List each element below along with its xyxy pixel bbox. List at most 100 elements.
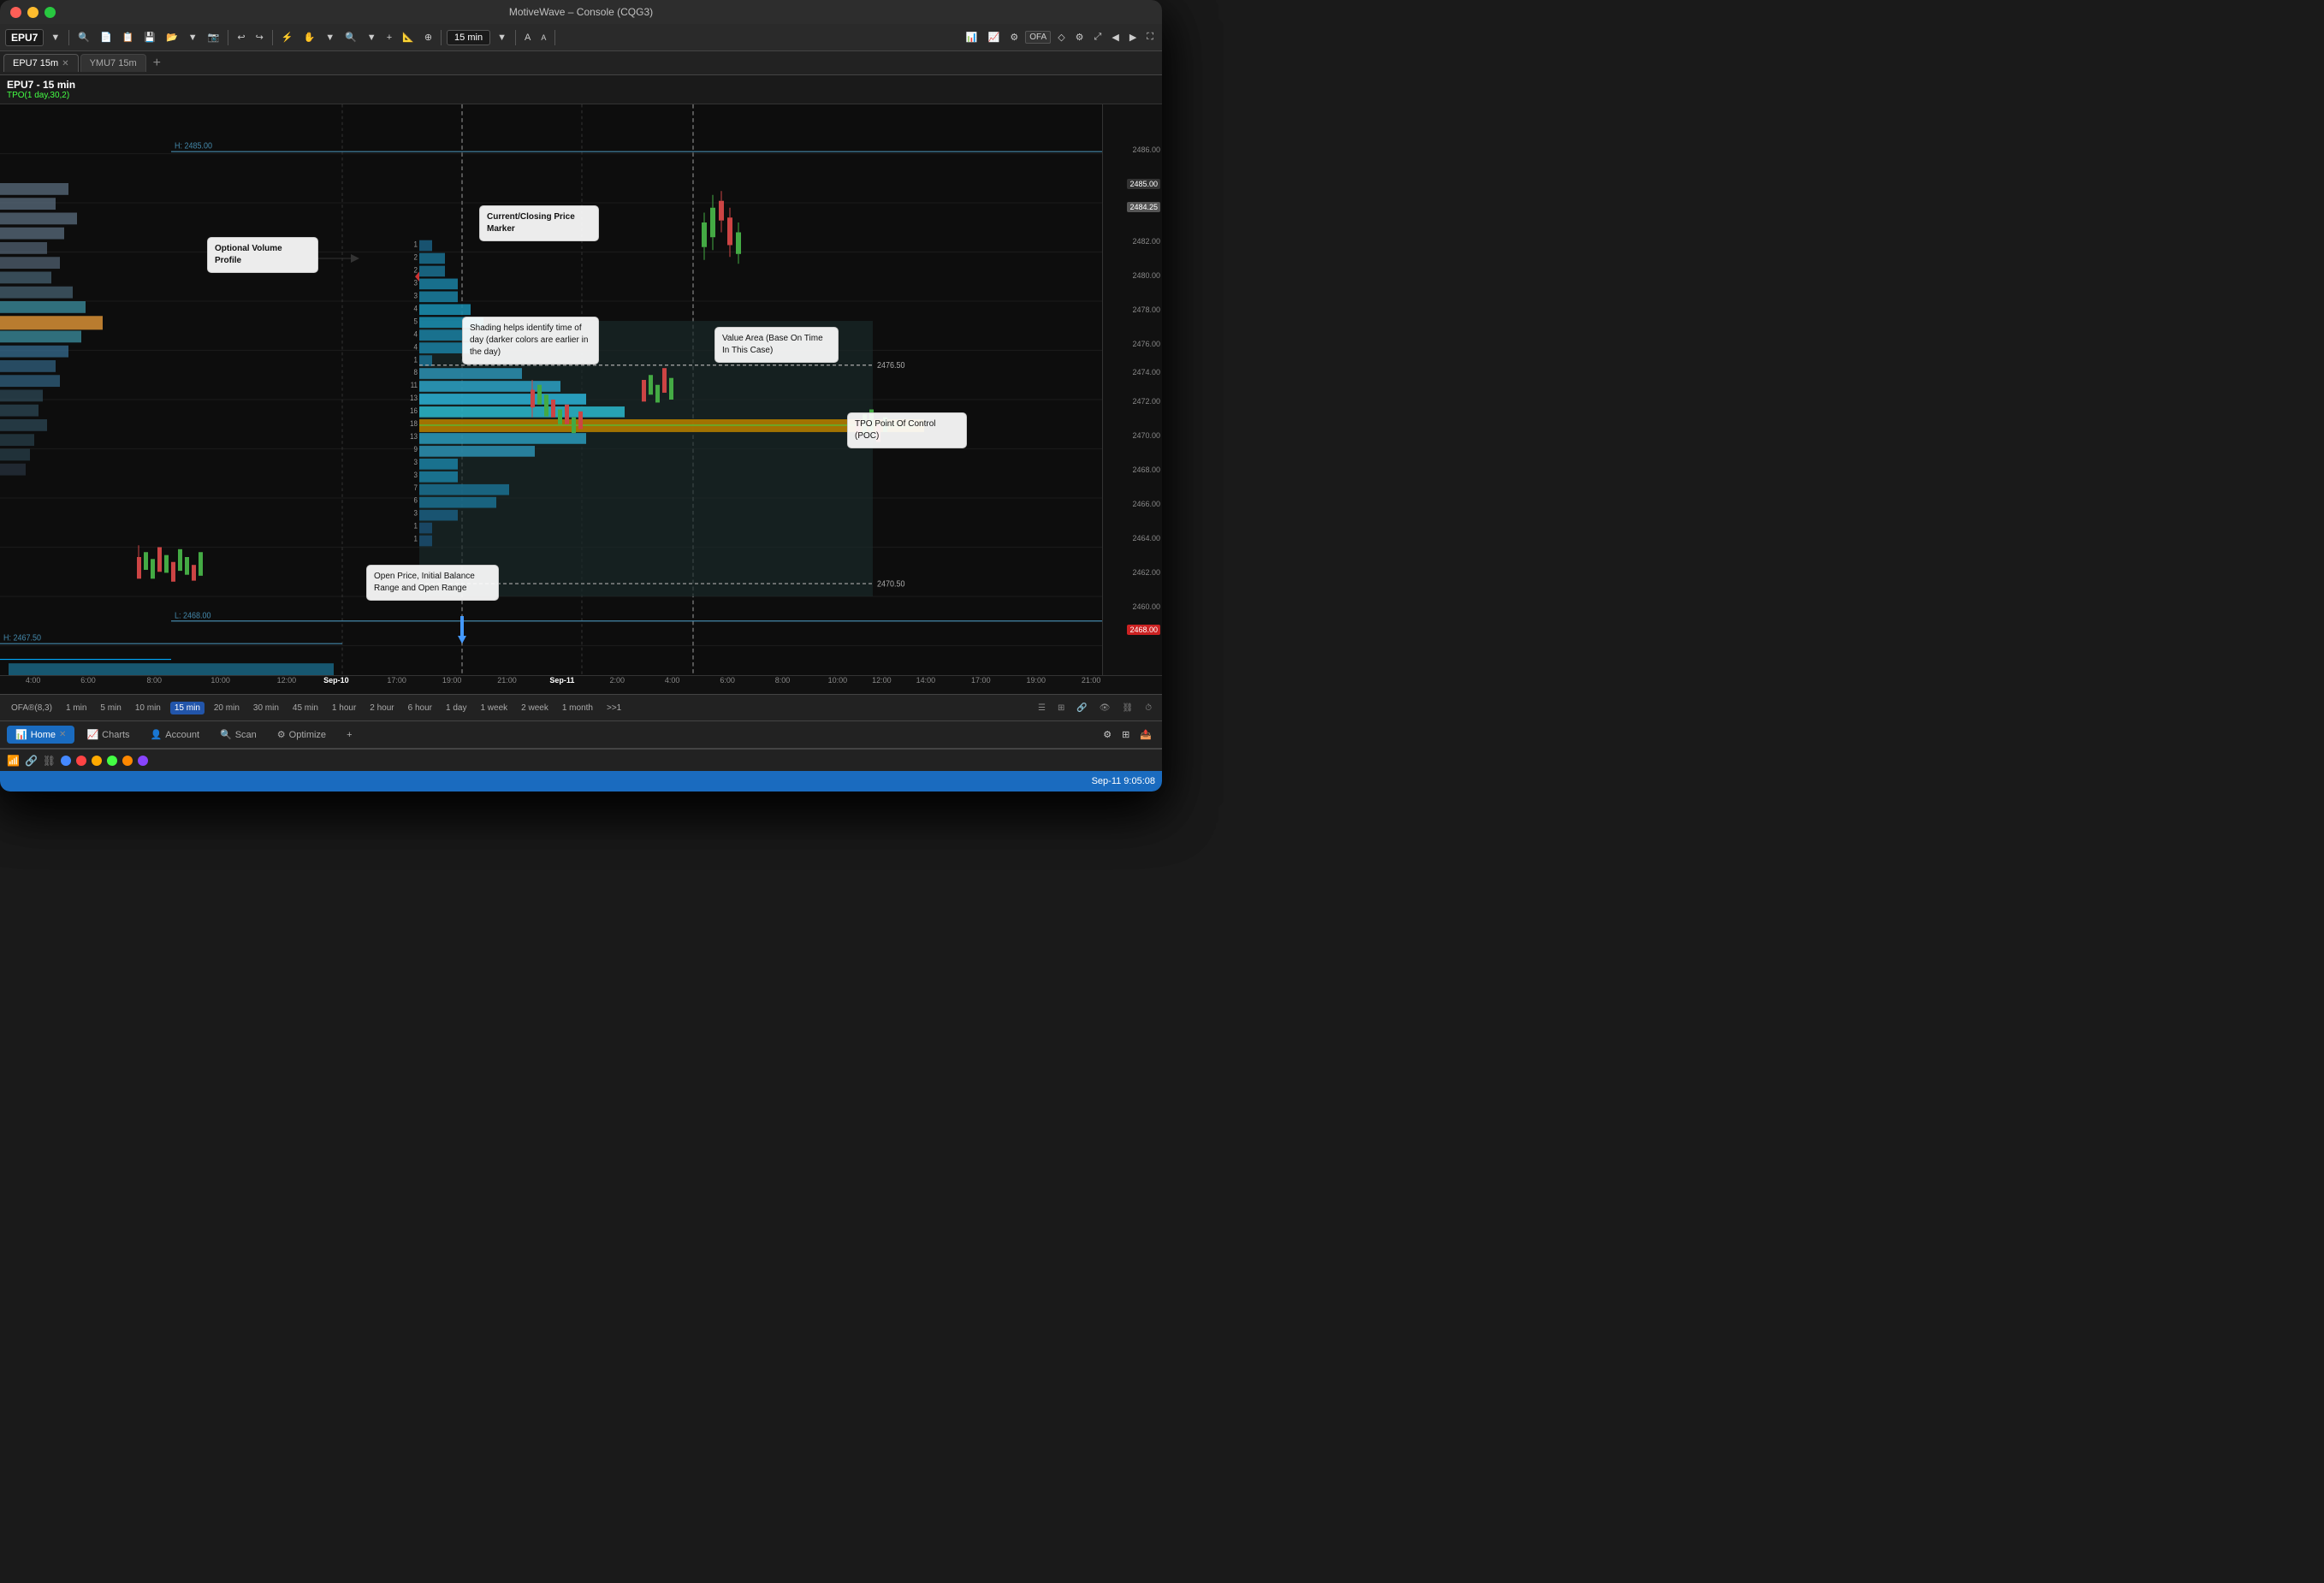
tf-6hour[interactable]: 6 hour: [404, 702, 436, 714]
tf-clock[interactable]: ⏱: [1141, 702, 1155, 714]
bottom-settings-icon[interactable]: ⚙: [1100, 727, 1115, 742]
tf-5min[interactable]: 5 min: [96, 702, 125, 714]
tab-home-close[interactable]: ✕: [59, 730, 66, 739]
tf-1month[interactable]: 1 month: [558, 702, 597, 714]
tf-45min[interactable]: 45 min: [288, 702, 323, 714]
redo-icon[interactable]: ↪: [252, 30, 267, 44]
tf-align[interactable]: ⊞: [1054, 702, 1068, 714]
tools-icon[interactable]: ⚡: [278, 30, 297, 44]
tab-ymu7[interactable]: YMU7 15m: [80, 54, 146, 72]
font-down-icon[interactable]: A: [537, 32, 549, 44]
time-12-00b: 12:00: [872, 676, 892, 685]
tf-chart-opts[interactable]: ☰: [1035, 702, 1049, 714]
price-2486: 2486.00: [1132, 145, 1160, 154]
tab-epu7[interactable]: EPU7 15m ✕: [3, 54, 79, 72]
wifi-icon: 📶: [7, 755, 20, 767]
price-2474: 2474.00: [1132, 368, 1160, 376]
save-icon[interactable]: 💾: [140, 30, 159, 44]
svg-text:4: 4: [414, 329, 418, 339]
screenshot-icon[interactable]: 📷: [205, 30, 223, 44]
bottom-export-icon[interactable]: 📤: [1136, 727, 1155, 742]
copy-icon[interactable]: 📋: [119, 30, 138, 44]
tab-home[interactable]: 📊 Home ✕: [7, 726, 74, 744]
minimize-button[interactable]: [27, 7, 39, 18]
back-icon[interactable]: ◀: [1108, 30, 1122, 44]
search-icon[interactable]: 🔍: [74, 30, 93, 44]
status-dot-purple: [138, 756, 148, 766]
svg-text:7: 7: [414, 483, 418, 492]
settings-icon[interactable]: ⚙: [1006, 30, 1022, 44]
time-2-00: 2:00: [610, 676, 625, 685]
time-8-00: 8:00: [147, 676, 163, 685]
draw-icon[interactable]: 📐: [399, 30, 418, 44]
tab-epu7-close[interactable]: ✕: [62, 59, 68, 68]
price-2470: 2470.00: [1132, 431, 1160, 440]
maximize-button[interactable]: [44, 7, 56, 18]
hand-icon[interactable]: ✋: [300, 30, 319, 44]
tf-15min[interactable]: 15 min: [170, 702, 205, 714]
tab-add[interactable]: +: [338, 726, 360, 744]
tf-10min[interactable]: 10 min: [131, 702, 165, 714]
tab-optimize-icon: ⚙: [277, 729, 286, 740]
tab-home-label: Home: [31, 730, 56, 740]
symbol-dropdown[interactable]: ▼: [47, 31, 63, 44]
tf-1min[interactable]: 1 min: [62, 702, 91, 714]
time-17-00b: 17:00: [971, 676, 991, 685]
tf-30min[interactable]: 30 min: [249, 702, 283, 714]
zoom-out-icon[interactable]: 🔍: [341, 30, 360, 44]
indicator-icon[interactable]: 📈: [985, 30, 1004, 44]
tf-1week[interactable]: 1 week: [476, 702, 512, 714]
tab-account[interactable]: 👤 Account: [142, 726, 208, 744]
svg-text:11: 11: [411, 381, 418, 390]
tab-optimize[interactable]: ⚙ Optimize: [269, 726, 335, 744]
time-4-00: 4:00: [26, 676, 41, 685]
anchor-icon[interactable]: ⊕: [421, 30, 436, 44]
time-10-00b: 10:00: [828, 676, 848, 685]
tf-link[interactable]: ⛓: [1118, 702, 1136, 714]
new-chart-icon[interactable]: 📄: [97, 30, 116, 44]
symbol-selector[interactable]: EPU7: [5, 29, 44, 46]
svg-text:8: 8: [414, 368, 418, 377]
zoom-dropdown[interactable]: ▼: [364, 31, 380, 44]
forward-icon[interactable]: ▶: [1126, 30, 1140, 44]
expand-icon[interactable]: ⤢: [1091, 30, 1106, 44]
price-2485-highlight: 2485.00: [1127, 180, 1160, 188]
shape-icon[interactable]: ◇: [1054, 30, 1068, 44]
tf-1hour[interactable]: 1 hour: [328, 702, 360, 714]
crosshair-icon[interactable]: +: [383, 31, 395, 44]
tf-2week[interactable]: 2 week: [517, 702, 553, 714]
tf-sync[interactable]: 🔗: [1073, 702, 1090, 714]
time-12-00: 12:00: [277, 676, 297, 685]
svg-text:13: 13: [410, 431, 418, 441]
svg-text:13: 13: [410, 394, 418, 403]
bottom-layout-icon[interactable]: ⊞: [1118, 727, 1133, 742]
tf-20min[interactable]: 20 min: [210, 702, 244, 714]
timeframe-selector[interactable]: 15 min: [447, 30, 490, 45]
chart-container[interactable]: 1 2 2 3 3 4 5 4 4 1 8 11 13 16 18 13 9 3…: [0, 104, 1162, 675]
tf-1day[interactable]: 1 day: [442, 702, 471, 714]
tab-charts[interactable]: 📈 Charts: [78, 726, 138, 744]
tf-dropdown[interactable]: ▼: [494, 31, 510, 44]
add-tab-button[interactable]: +: [148, 56, 166, 71]
tf-more[interactable]: >>1: [602, 702, 625, 714]
close-button[interactable]: [10, 7, 21, 18]
cursor-dropdown[interactable]: ▼: [322, 31, 338, 44]
fullscreen-icon[interactable]: ⛶: [1143, 30, 1157, 44]
add-tab-icon: +: [347, 730, 352, 740]
chart-type-icon[interactable]: 📊: [963, 30, 981, 44]
font-up-icon[interactable]: A: [521, 31, 534, 44]
tf-2hour[interactable]: 2 hour: [365, 702, 398, 714]
tab-scan[interactable]: 🔍 Scan: [211, 726, 265, 744]
open-icon[interactable]: 📂: [163, 30, 181, 44]
svg-text:2470.50: 2470.50: [877, 579, 905, 590]
time-17-00: 17:00: [387, 676, 406, 685]
undo-icon[interactable]: ↩: [234, 30, 248, 44]
svg-text:16: 16: [410, 406, 418, 416]
time-4-00b: 4:00: [665, 676, 680, 685]
timeframe-toolbar: OFA®(8,3) 1 min 5 min 10 min 15 min 20 m…: [0, 694, 1162, 721]
bottom-tab-bar: 📊 Home ✕ 📈 Charts 👤 Account 🔍 Scan ⚙ Opt…: [0, 721, 1162, 749]
tf-ofa[interactable]: OFA®(8,3): [7, 702, 56, 714]
gear-icon[interactable]: ⚙: [1072, 30, 1088, 44]
tf-eye[interactable]: 👁: [1096, 702, 1114, 714]
open-dropdown[interactable]: ▼: [185, 31, 201, 44]
